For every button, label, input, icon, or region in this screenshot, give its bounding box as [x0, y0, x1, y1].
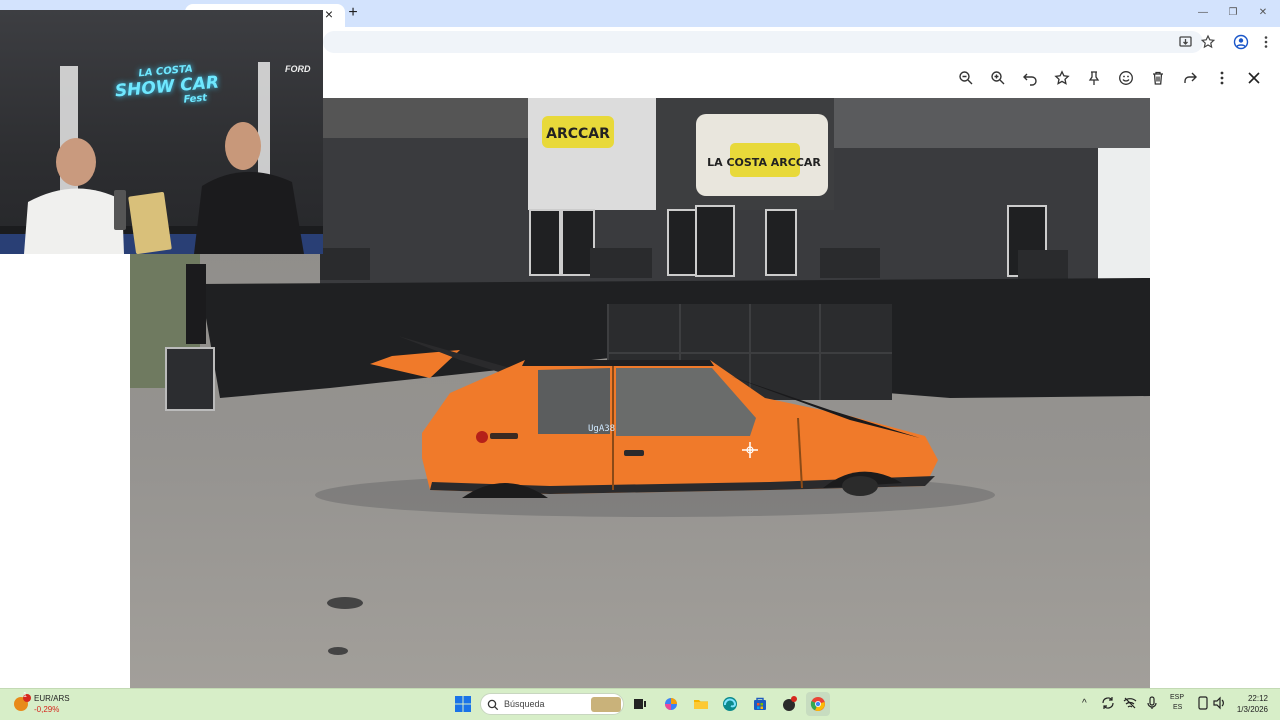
copilot-icon[interactable]	[659, 692, 683, 716]
clock-date: 1/3/2026	[1236, 705, 1268, 714]
restore-button[interactable]: ❐	[1226, 5, 1240, 21]
star-icon[interactable]	[1200, 34, 1216, 50]
favorite-star-icon[interactable]	[1050, 66, 1074, 90]
store-icon[interactable]	[748, 692, 772, 716]
plate-text: UgA38	[588, 424, 615, 434]
file-explorer-icon[interactable]	[689, 692, 713, 716]
search-highlight-image	[591, 697, 621, 712]
center-screen-logo: LA COSTA ARCCAR	[707, 156, 821, 169]
search-icon	[487, 698, 499, 711]
pin-icon[interactable]	[1082, 66, 1106, 90]
zoom-out-icon[interactable]	[954, 66, 978, 90]
task-view-button[interactable]	[628, 692, 652, 716]
share-icon[interactable]	[1178, 66, 1202, 90]
sync-icon[interactable]	[1101, 696, 1115, 710]
webcam-overlay: LA COSTA SHOW CAR Fest FORD	[0, 10, 323, 254]
search-placeholder: Búsqueda	[504, 699, 545, 709]
close-viewer-icon[interactable]	[1242, 66, 1266, 90]
address-bar[interactable]	[323, 31, 1203, 53]
ticker-label[interactable]: EUR/ARS	[34, 694, 70, 703]
zoom-in-icon[interactable]	[986, 66, 1010, 90]
close-window-button[interactable]: ✕	[1256, 5, 1270, 21]
phone-link-icon[interactable]	[1196, 696, 1210, 710]
left-screen-logo: ARCCAR	[546, 126, 610, 142]
microphone-icon[interactable]	[1145, 696, 1159, 710]
profile-icon[interactable]	[1233, 34, 1249, 50]
install-app-icon[interactable]	[1178, 34, 1194, 50]
volume-icon[interactable]	[1212, 696, 1226, 710]
edge-icon[interactable]	[718, 692, 742, 716]
clock-time[interactable]: 22:12	[1244, 694, 1268, 703]
trash-icon[interactable]	[1146, 66, 1170, 90]
chrome-taskbar-icon[interactable]	[806, 692, 830, 716]
wall-brand-text: FORD	[285, 64, 311, 74]
undo-icon[interactable]	[1018, 66, 1042, 90]
network-icon[interactable]	[1123, 696, 1137, 710]
minimize-button[interactable]: —	[1196, 5, 1210, 21]
language-top[interactable]: ESP	[1170, 694, 1184, 701]
emoji-icon[interactable]	[1114, 66, 1138, 90]
close-tab-icon[interactable]: ×	[322, 6, 336, 22]
show-hidden-icons-chevron[interactable]: ^	[1082, 698, 1087, 709]
media-app-icon[interactable]	[777, 692, 801, 716]
language-bottom: ES	[1173, 704, 1183, 711]
more-options-icon[interactable]	[1210, 66, 1234, 90]
ticker-value: -0,29%	[34, 705, 60, 714]
taskbar-search-box[interactable]: Búsqueda	[480, 693, 624, 715]
left-screen	[528, 98, 656, 210]
new-tab-icon[interactable]: +	[345, 5, 361, 21]
start-button[interactable]	[451, 692, 475, 716]
webcam-feed	[0, 62, 323, 254]
browser-menu-icon[interactable]	[1258, 34, 1274, 50]
ticker-badge: 1	[23, 692, 27, 699]
